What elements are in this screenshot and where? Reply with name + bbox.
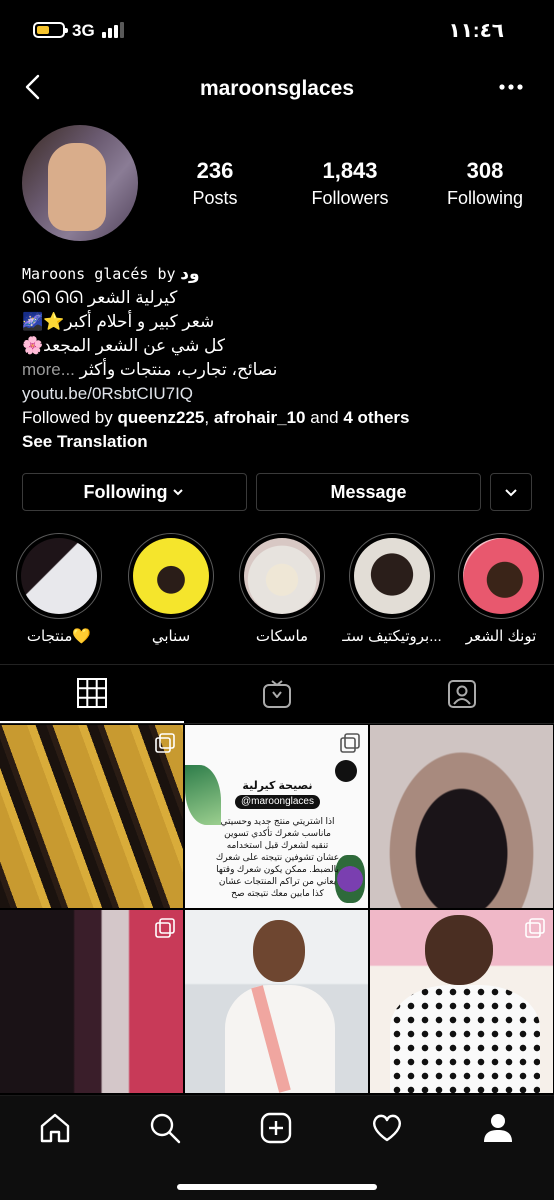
igtv-icon	[263, 680, 291, 708]
profile-icon	[484, 1114, 512, 1142]
chevron-down-icon	[173, 489, 184, 496]
post-thumbnail[interactable]	[0, 725, 183, 908]
carousel-icon	[525, 918, 545, 938]
card-handle: @maroonglaces	[235, 795, 320, 809]
profile-bio: Maroons glacés by ود ᘏᘏ ᘏᘏ كيرلية الشعر …	[22, 262, 542, 454]
heart-icon	[373, 1114, 401, 1142]
highlight-item[interactable]: سنابي	[121, 533, 221, 645]
following-button[interactable]: Following	[22, 473, 247, 511]
grid-icon	[77, 678, 107, 708]
new-post-icon	[260, 1112, 292, 1144]
home-icon	[40, 1113, 70, 1143]
nav-new-post[interactable]	[256, 1108, 296, 1148]
followed-by: Followed by queenz225, afrohair_10 and 4…	[22, 408, 410, 427]
stat-followers[interactable]: 1,843 Followers	[295, 158, 405, 209]
carousel-icon	[155, 733, 175, 753]
profile-stats: 236 Posts 1,843 Followers 308 Following	[160, 158, 540, 209]
tab-tagged[interactable]	[370, 665, 554, 723]
battery-icon	[33, 22, 68, 38]
carousel-icon	[155, 918, 175, 938]
bottom-navigation	[0, 1095, 554, 1200]
highlight-item[interactable]: بروتيكتيف ستـ...	[342, 533, 442, 645]
highlight-item[interactable]: تونك الشعر	[451, 533, 551, 645]
bio-website-link[interactable]: youtu.be/0RsbtCIU7IQ	[22, 382, 542, 406]
following-count: 308	[466, 158, 504, 183]
bio-line-4: more... نصائح، تجارب، منتجات وأكثر	[22, 360, 278, 379]
network-type: 3G	[72, 21, 95, 40]
home-indicator	[177, 1184, 377, 1190]
followers-label: Followers	[311, 188, 389, 208]
bio-more-link[interactable]: more	[22, 360, 61, 379]
avatar[interactable]	[22, 125, 138, 241]
post-thumbnail[interactable]: نصيحة كيرلية @maroonglaces اذا اشتريتي م…	[185, 725, 368, 908]
highlight-item[interactable]: ماسكات	[232, 533, 332, 645]
nav-search[interactable]	[145, 1108, 185, 1148]
followed-user-link[interactable]: queenz225	[117, 408, 204, 427]
story-highlights: منتجات💛 سنابي ماسكات بروتيكتيف ستـ... تو…	[0, 533, 554, 653]
search-icon	[150, 1113, 181, 1144]
nav-activity[interactable]	[367, 1108, 407, 1148]
posts-count: 236	[196, 158, 234, 183]
bio-name: Maroons glacés by ود	[22, 264, 200, 283]
message-button[interactable]: Message	[256, 473, 481, 511]
following-label: Following	[446, 188, 524, 208]
clock: ١١:٤٦	[448, 20, 505, 42]
followers-count: 1,843	[322, 158, 378, 183]
profile-actions: Following Message	[22, 473, 532, 511]
see-translation-link[interactable]: See Translation	[22, 430, 542, 454]
posts-label: Posts	[192, 188, 238, 208]
tagged-icon	[448, 680, 476, 708]
nav-home[interactable]	[35, 1108, 75, 1148]
highlight-item[interactable]: منتجات💛	[9, 533, 109, 645]
carousel-icon	[340, 733, 360, 753]
bio-line-2: شعر كبير و أحلام أكبر⭐🌌	[22, 312, 215, 331]
post-thumbnail[interactable]	[370, 910, 553, 1093]
stat-posts[interactable]: 236 Posts	[160, 158, 270, 209]
posts-grid: نصيحة كيرلية @maroonglaces اذا اشتريتي م…	[0, 725, 554, 1095]
suggested-accounts-button[interactable]	[490, 473, 532, 511]
tab-igtv[interactable]	[185, 665, 369, 723]
ellipsis-icon[interactable]	[498, 74, 524, 100]
card-title: نصيحة كيرلية	[242, 780, 313, 792]
followed-others-link[interactable]: 4 others	[343, 408, 409, 427]
post-thumbnail[interactable]	[185, 910, 368, 1093]
stat-following[interactable]: 308 Following	[430, 158, 540, 209]
nav-profile[interactable]	[478, 1108, 518, 1148]
signal-icon	[102, 22, 128, 38]
status-bar: 3G ١١:٤٦	[0, 0, 554, 60]
bio-line-1: ᘏᘏ ᘏᘏ كيرلية الشعر	[22, 288, 178, 307]
card-body: اذا اشتريتي منتج جديد وحسيتي ماناسب شعرك…	[215, 816, 340, 898]
bio-line-3: كل شي عن الشعر المجعد🌸	[22, 336, 226, 355]
tab-posts-grid[interactable]	[0, 665, 184, 723]
profile-header: maroonsglaces	[0, 62, 554, 116]
profile-tabs	[0, 664, 554, 724]
profile-username: maroonsglaces	[199, 77, 355, 100]
chevron-down-icon	[505, 489, 517, 497]
post-thumbnail[interactable]	[370, 725, 553, 908]
post-thumbnail[interactable]	[0, 910, 183, 1093]
followed-user-link[interactable]: afrohair_10	[214, 408, 306, 427]
